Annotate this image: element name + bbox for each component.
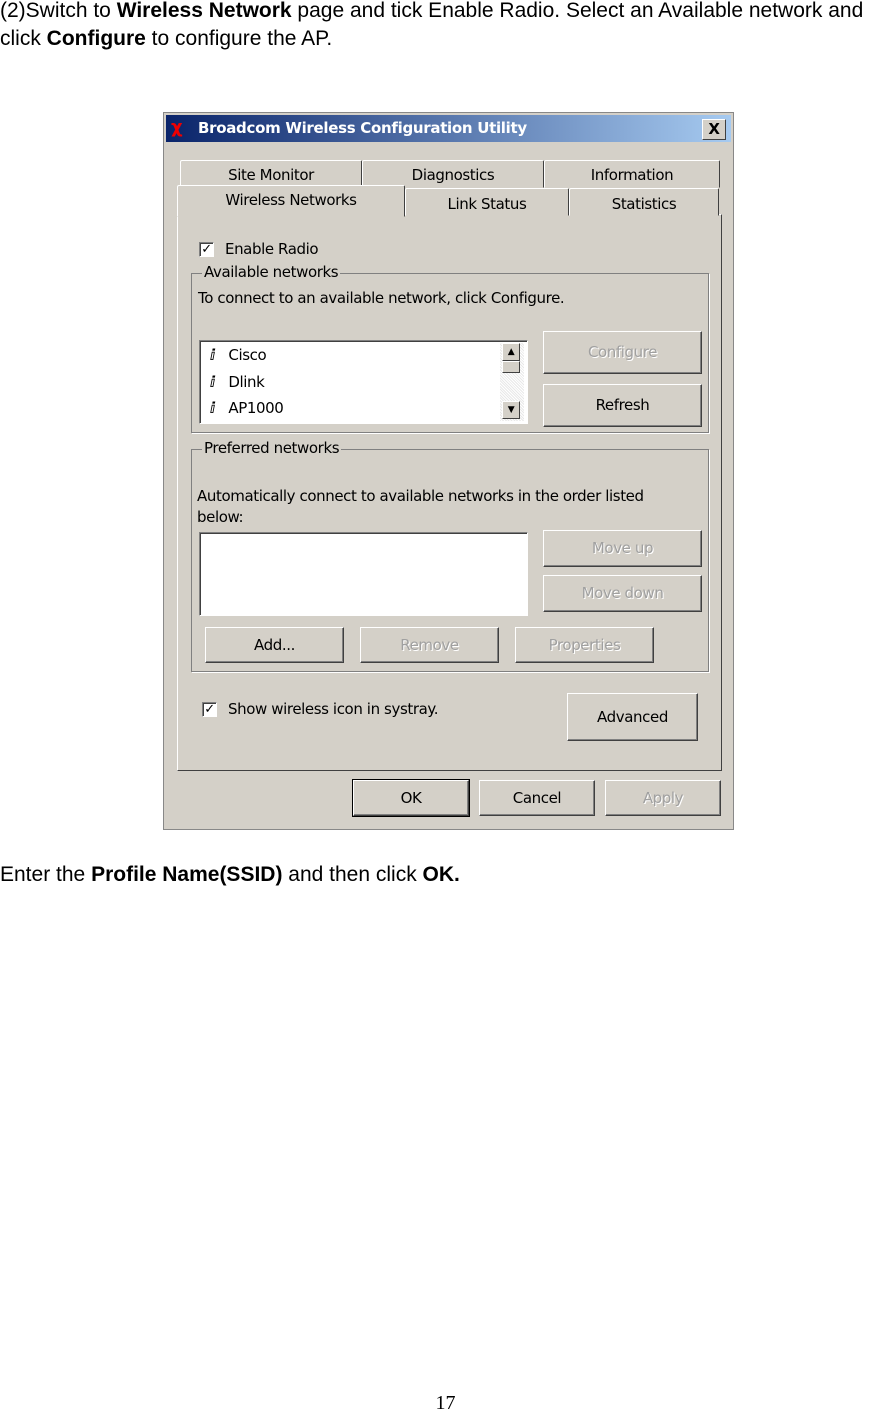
ok-button[interactable]: OK: [352, 779, 470, 817]
apply-button[interactable]: Apply: [605, 780, 721, 816]
document-page: (2)Switch to Wireless Network page and t…: [0, 0, 891, 1413]
tab-wireless-networks[interactable]: Wireless Networks: [177, 185, 405, 217]
tab-information[interactable]: Information: [544, 160, 720, 188]
broadcom-dialog-screenshot: χ Broadcom Wireless Configuration Utilit…: [163, 112, 734, 830]
systray-label: Show wireless icon in systray.: [228, 700, 439, 718]
available-networks-list[interactable]: ⅈ Cisco ⅈ Dlink ⅈ AP1000 ▲ ▼: [199, 340, 528, 424]
preferred-networks-legend: Preferred networks: [202, 439, 342, 457]
advanced-button[interactable]: Advanced: [567, 693, 698, 741]
preferred-hint: Automatically connect to available netwo…: [197, 487, 644, 526]
add-button[interactable]: Add...: [205, 627, 344, 663]
network-item[interactable]: ⅈ Dlink: [210, 373, 265, 391]
configure-button[interactable]: Configure: [543, 331, 702, 374]
properties-button[interactable]: Properties: [515, 627, 654, 663]
available-hint: To connect to an available network, clic…: [198, 289, 565, 307]
scrollbar[interactable]: ▲ ▼: [500, 343, 524, 421]
access-point-icon: ⅈ: [210, 346, 215, 364]
title-bar: χ Broadcom Wireless Configuration Utilit…: [166, 115, 731, 142]
network-item[interactable]: ⅈ AP1000: [210, 399, 284, 417]
preferred-networks-group: Preferred networks Automatically connect…: [191, 439, 709, 672]
broadcom-logo-icon: χ: [171, 117, 183, 138]
scroll-thumb[interactable]: [502, 361, 520, 373]
remove-button[interactable]: Remove: [360, 627, 499, 663]
preferred-networks-list[interactable]: [199, 532, 528, 616]
enable-radio-label: Enable Radio: [225, 240, 319, 258]
dialog-title: Broadcom Wireless Configuration Utility: [198, 119, 527, 137]
available-networks-group: Available networks To connect to an avai…: [191, 263, 709, 433]
tab-site-monitor[interactable]: Site Monitor: [180, 160, 362, 188]
systray-checkbox[interactable]: ✓: [202, 702, 217, 717]
access-point-icon: ⅈ: [210, 373, 215, 391]
tab-link-status[interactable]: Link Status: [405, 188, 569, 216]
cancel-button[interactable]: Cancel: [479, 780, 595, 816]
move-down-button[interactable]: Move down: [543, 575, 702, 612]
scroll-up-button[interactable]: ▲: [502, 343, 520, 361]
move-up-button[interactable]: Move up: [543, 530, 702, 567]
enable-radio-checkbox[interactable]: ✓: [199, 242, 214, 257]
tab-diagnostics[interactable]: Diagnostics: [362, 160, 544, 188]
network-item[interactable]: ⅈ Cisco: [210, 346, 267, 364]
scroll-down-button[interactable]: ▼: [502, 401, 520, 419]
access-point-icon: ⅈ: [210, 399, 215, 417]
refresh-button[interactable]: Refresh: [543, 384, 702, 427]
tab-statistics[interactable]: Statistics: [569, 188, 719, 216]
close-button[interactable]: X: [702, 119, 726, 140]
intro-paragraph: (2)Switch to Wireless Network page and t…: [0, 0, 864, 50]
outro-paragraph: Enter the Profile Name(SSID) and then cl…: [0, 863, 460, 886]
available-networks-legend: Available networks: [202, 263, 341, 281]
page-number: 17: [435, 1392, 456, 1413]
